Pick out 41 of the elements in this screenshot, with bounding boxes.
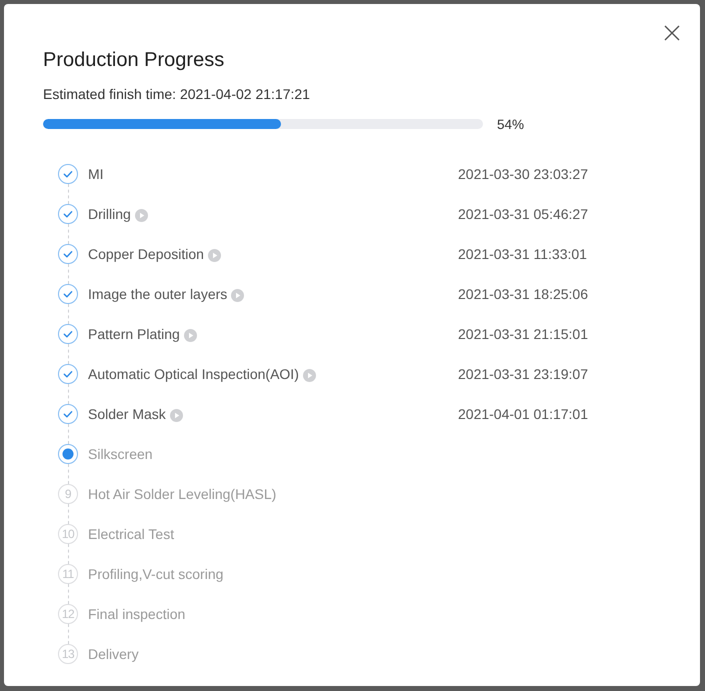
step-time: 2021-03-31 11:33:01 (458, 245, 587, 264)
close-icon (662, 23, 682, 43)
progress-percent: 54% (497, 116, 524, 132)
step-number: 12 (58, 604, 78, 624)
step-label: Pattern Plating (88, 325, 180, 344)
timeline-connector (68, 624, 69, 644)
step-label: Silkscreen (88, 445, 153, 464)
step-number: 10 (58, 524, 78, 544)
play-icon[interactable] (184, 328, 197, 342)
step-number: 9 (58, 484, 78, 504)
play-icon[interactable] (208, 248, 221, 262)
step-time: 2021-03-31 23:19:07 (458, 365, 588, 384)
step-time: 2021-03-31 18:25:06 (458, 285, 588, 304)
step-label: MI (88, 165, 104, 184)
step-label: Final inspection (88, 605, 186, 624)
step-label: Profiling,V-cut scoring (88, 565, 224, 584)
step-label: Electrical Test (88, 525, 174, 544)
play-icon[interactable] (302, 368, 316, 382)
timeline-connector (68, 584, 69, 604)
step-time: 2021-03-31 05:46:27 (458, 205, 588, 224)
timeline-connector (68, 464, 69, 484)
step-label: Copper Deposition (88, 245, 204, 264)
step-time: 2021-04-01 01:17:01 (458, 405, 588, 424)
step-label: Hot Air Solder Leveling(HASL) (88, 485, 276, 504)
step-label: Image the outer layers (88, 285, 228, 304)
step-label: Solder Mask (88, 405, 166, 424)
close-button[interactable] (662, 23, 682, 43)
step-number: 11 (58, 564, 78, 584)
timeline-connector (68, 504, 69, 524)
step-time: 2021-03-30 23:03:27 (458, 165, 588, 184)
step-label: Drilling (88, 205, 131, 224)
step-time: 2021-03-31 21:15:01 (458, 325, 588, 344)
estimated-finish-time: Estimated finish time: 2021-04-02 21:17:21 (43, 85, 311, 104)
step-number: 13 (58, 644, 78, 664)
step-label: Automatic Optical Inspection(AOI) (88, 365, 299, 384)
step-label: Delivery (88, 645, 139, 664)
play-icon[interactable] (231, 288, 244, 302)
timeline-connector (68, 544, 69, 564)
play-icon[interactable] (170, 408, 183, 422)
dialog-title: Production Progress (43, 48, 226, 73)
play-icon[interactable] (134, 208, 148, 222)
